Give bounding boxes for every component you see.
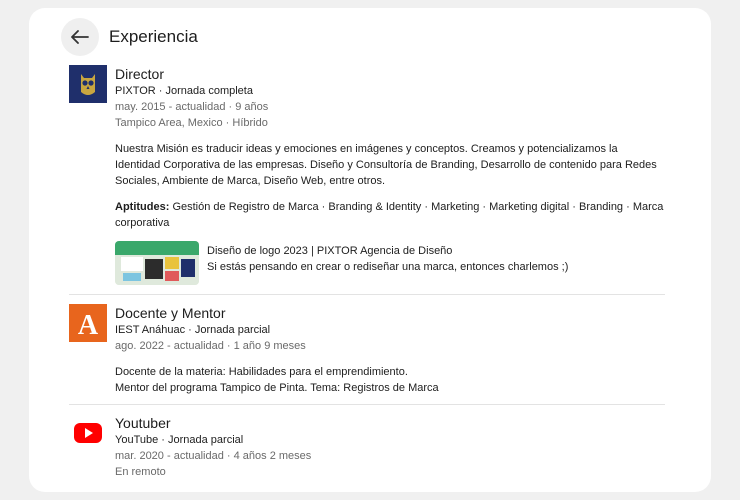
back-button[interactable] [61, 18, 99, 56]
company-line: IEST Anáhuac · Jornada parcial [115, 324, 271, 336]
skills: Aptitudes: Gestión de Registro de Marca … [115, 199, 665, 231]
divider [69, 294, 665, 295]
role-title: Docente y Mentor [115, 305, 226, 321]
location: En remoto [115, 466, 166, 478]
media-attachment[interactable]: Diseño de logo 2023 | PIXTOR Agencia de … [115, 241, 665, 285]
media-thumbnail[interactable] [115, 241, 199, 285]
location: Tampico Area, Mexico · Híbrido [115, 117, 268, 129]
youtube-logo-icon [69, 414, 107, 452]
date-range: ago. 2022 - actualidad · 1 año 9 meses [115, 340, 306, 352]
description: Nuestra Misión es traducir ideas y emoci… [115, 143, 657, 187]
experience-card: Experiencia Director PIXTOR · Jornada co… [29, 8, 711, 492]
company-logo-youtube[interactable] [69, 414, 107, 452]
entry-content: Docente y Mentor IEST Anáhuac · Jornada … [115, 304, 665, 396]
company-line: YouTube · Jornada parcial [115, 434, 244, 446]
entry-content: Director PIXTOR · Jornada completa may. … [115, 65, 665, 285]
header: Experiencia [61, 18, 198, 56]
company-line: PIXTOR · Jornada completa [115, 85, 253, 97]
divider [69, 404, 665, 405]
description-line: Mentor del programa Tampico de Pinta. Te… [115, 382, 439, 394]
media-title[interactable]: Diseño de logo 2023 | PIXTOR Agencia de … [207, 243, 568, 259]
page-title: Experiencia [109, 27, 198, 46]
company-logo-iest[interactable]: A [69, 304, 107, 342]
anahuac-logo-icon: A [69, 304, 107, 342]
description-line: Docente de la materia: Habilidades para … [115, 366, 408, 378]
owl-logo-icon [69, 65, 107, 103]
media-text: Diseño de logo 2023 | PIXTOR Agencia de … [207, 241, 568, 275]
media-subtitle: Si estás pensando en crear o rediseñar u… [207, 261, 569, 273]
media-thumbnail-image [115, 241, 199, 285]
date-range: may. 2015 - actualidad · 9 años [115, 101, 269, 113]
skills-label: Aptitudes: [115, 201, 170, 213]
arrow-left-icon [71, 30, 89, 44]
entry-content: Youtuber YouTube · Jornada parcial mar. … [115, 414, 665, 480]
role-title: Director [115, 66, 165, 82]
date-range: mar. 2020 - actualidad · 4 años 2 meses [115, 450, 312, 462]
company-logo-pixtor[interactable] [69, 65, 107, 103]
role-title: Youtuber [115, 415, 171, 431]
logo-letter: A [78, 310, 99, 341]
skills-list: Gestión de Registro de Marca · Branding … [115, 201, 664, 229]
